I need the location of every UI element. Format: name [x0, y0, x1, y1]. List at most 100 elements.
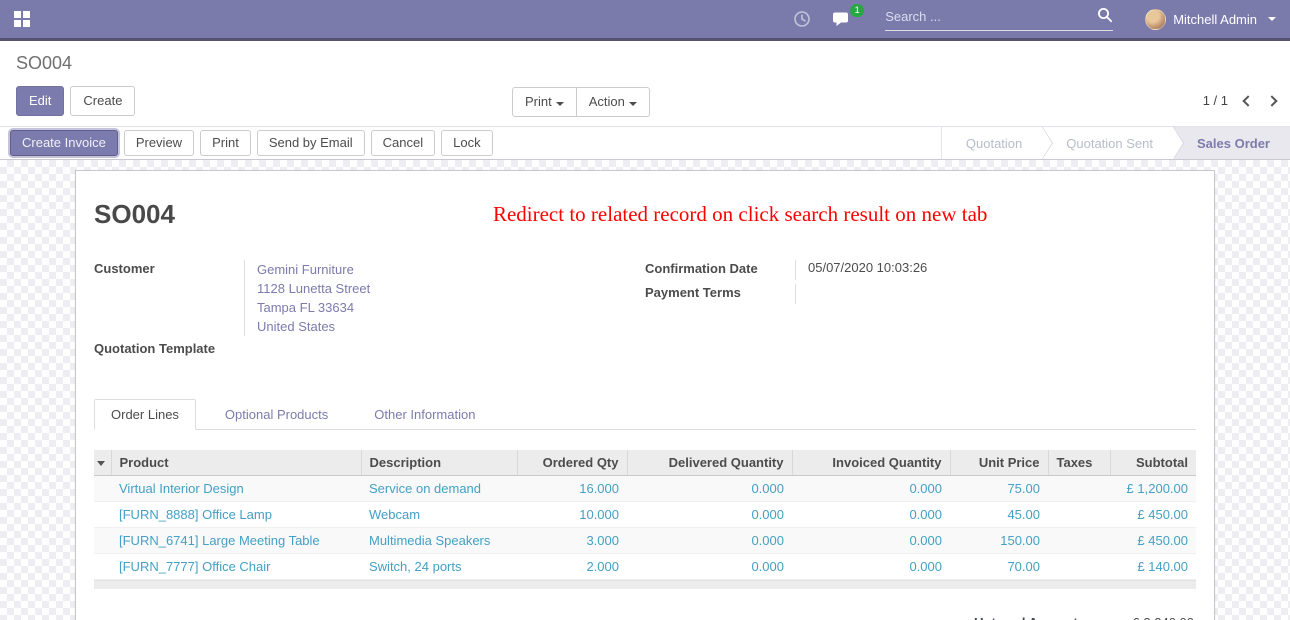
cell-product[interactable]: [FURN_8888] Office Lamp [111, 502, 361, 528]
chevron-down-icon [1268, 17, 1276, 21]
cell-unit-price[interactable]: 150.00 [950, 528, 1048, 554]
cell-delivered-qty[interactable]: 0.000 [627, 528, 792, 554]
cell-unit-price[interactable]: 70.00 [950, 554, 1048, 580]
pager-previous-icon[interactable] [1242, 95, 1253, 106]
cell-description[interactable]: Multimedia Speakers [361, 528, 517, 554]
cell-unit-price[interactable]: 75.00 [950, 476, 1048, 502]
table-row[interactable]: [FURN_7777] Office Chair Switch, 24 port… [94, 554, 1196, 580]
cell-ordered-qty[interactable]: 16.000 [517, 476, 627, 502]
cell-ordered-qty[interactable]: 3.000 [517, 528, 627, 554]
table-row[interactable]: [FURN_8888] Office Lamp Webcam 10.000 0.… [94, 502, 1196, 528]
create-button[interactable]: Create [70, 86, 135, 116]
table-row[interactable]: [FURN_6741] Large Meeting Table Multimed… [94, 528, 1196, 554]
chevron-down-icon [629, 102, 637, 106]
preview-button[interactable]: Preview [124, 130, 194, 156]
search-icon[interactable] [1097, 7, 1113, 26]
customer-street[interactable]: 1128 Lunetta Street [257, 279, 645, 298]
lock-button[interactable]: Lock [441, 130, 492, 156]
col-delivered-quantity[interactable]: Delivered Quantity [627, 450, 792, 476]
cell-invoiced-qty[interactable]: 0.000 [792, 554, 950, 580]
customer-value: Gemini Furniture 1128 Lunetta Street Tam… [244, 260, 645, 336]
col-description[interactable]: Description [361, 450, 517, 476]
state-sales-order[interactable]: Sales Order [1173, 127, 1290, 159]
tab-optional-products[interactable]: Optional Products [208, 399, 345, 430]
edit-button[interactable]: Edit [16, 86, 64, 116]
tab-other-information[interactable]: Other Information [357, 399, 492, 430]
untaxed-amount-label: Untaxed Amount: [974, 615, 1082, 620]
cancel-button[interactable]: Cancel [371, 130, 435, 156]
cell-taxes[interactable] [1048, 476, 1110, 502]
user-menu[interactable]: Mitchell Admin [1145, 9, 1276, 30]
cell-subtotal[interactable]: £ 140.00 [1110, 554, 1196, 580]
breadcrumb[interactable]: SO004 [16, 53, 1274, 74]
cell-subtotal[interactable]: £ 450.00 [1110, 528, 1196, 554]
state-quotation-sent[interactable]: Quotation Sent [1042, 127, 1173, 159]
notebook-tabs: Order Lines Optional Products Other Info… [94, 398, 1196, 430]
col-subtotal[interactable]: Subtotal [1110, 450, 1196, 476]
order-lines-list: Product Description Ordered Qty Delivere… [94, 450, 1196, 589]
cell-product[interactable]: [FURN_7777] Office Chair [111, 554, 361, 580]
create-invoice-button[interactable]: Create Invoice [10, 130, 118, 156]
send-by-email-button[interactable]: Send by Email [257, 130, 365, 156]
quotation-template-label: Quotation Template [94, 340, 244, 360]
global-search [885, 7, 1113, 31]
order-title: SO004 [94, 199, 175, 230]
cell-description[interactable]: Service on demand [361, 476, 517, 502]
print-dropdown[interactable]: Print [512, 87, 577, 117]
quotation-template-value[interactable] [244, 340, 645, 360]
cell-taxes[interactable] [1048, 528, 1110, 554]
cell-description[interactable]: Webcam [361, 502, 517, 528]
activities-clock-icon[interactable] [793, 10, 811, 28]
optional-columns-caret-icon[interactable] [97, 461, 105, 466]
untaxed-amount-value: £ 2,240.00 [1082, 615, 1194, 620]
table-header-row: Product Description Ordered Qty Delivere… [94, 450, 1196, 476]
sales-order-sheet: SO004 Redirect to related record on clic… [75, 170, 1215, 620]
customer-country[interactable]: United States [257, 317, 645, 336]
cell-product[interactable]: Virtual Interior Design [111, 476, 361, 502]
user-name: Mitchell Admin [1173, 12, 1257, 27]
cell-ordered-qty[interactable]: 10.000 [517, 502, 627, 528]
cell-invoiced-qty[interactable]: 0.000 [792, 476, 950, 502]
chevron-down-icon [556, 102, 564, 106]
table-row[interactable]: Virtual Interior Design Service on deman… [94, 476, 1196, 502]
status-pipeline: Quotation Quotation Sent Sales Order [941, 127, 1290, 159]
col-ordered-qty[interactable]: Ordered Qty [517, 450, 627, 476]
cell-ordered-qty[interactable]: 2.000 [517, 554, 627, 580]
cell-taxes[interactable] [1048, 502, 1110, 528]
message-count-badge: 1 [850, 4, 864, 17]
cell-subtotal[interactable]: £ 1,200.00 [1110, 476, 1196, 502]
top-navbar: 1 Mitchell Admin [0, 0, 1290, 41]
cell-subtotal[interactable]: £ 450.00 [1110, 502, 1196, 528]
print-button[interactable]: Print [200, 130, 251, 156]
col-product[interactable]: Product [111, 450, 361, 476]
cell-delivered-qty[interactable]: 0.000 [627, 476, 792, 502]
payment-terms-value[interactable] [795, 284, 1196, 304]
cell-delivered-qty[interactable]: 0.000 [627, 502, 792, 528]
col-invoiced-quantity[interactable]: Invoiced Quantity [792, 450, 950, 476]
order-totals: Untaxed Amount: £ 2,240.00 [94, 615, 1196, 620]
state-quotation[interactable]: Quotation [942, 127, 1042, 159]
customer-city[interactable]: Tampa FL 33634 [257, 298, 645, 317]
col-taxes[interactable]: Taxes [1048, 450, 1110, 476]
customer-name-link[interactable]: Gemini Furniture [257, 260, 645, 279]
pager-count: 1 / 1 [1203, 93, 1228, 108]
messages-icon[interactable]: 1 [833, 11, 853, 28]
pager-next-icon[interactable] [1266, 95, 1277, 106]
payment-terms-label: Payment Terms [645, 284, 795, 304]
cell-taxes[interactable] [1048, 554, 1110, 580]
cell-invoiced-qty[interactable]: 0.000 [792, 502, 950, 528]
print-action-group: Print Action [512, 87, 650, 117]
cell-description[interactable]: Switch, 24 ports [361, 554, 517, 580]
cell-product[interactable]: [FURN_6741] Large Meeting Table [111, 528, 361, 554]
col-unit-price[interactable]: Unit Price [950, 450, 1048, 476]
form-view-background: SO004 Redirect to related record on clic… [0, 160, 1290, 620]
search-input[interactable] [885, 9, 1097, 24]
cell-invoiced-qty[interactable]: 0.000 [792, 528, 950, 554]
statusbar: Create Invoice Preview Print Send by Ema… [0, 127, 1290, 160]
cell-delivered-qty[interactable]: 0.000 [627, 554, 792, 580]
cell-unit-price[interactable]: 45.00 [950, 502, 1048, 528]
confirmation-date-value[interactable]: 05/07/2020 10:03:26 [795, 260, 1196, 280]
tab-order-lines[interactable]: Order Lines [94, 399, 196, 430]
apps-menu-icon[interactable] [14, 11, 30, 27]
action-dropdown[interactable]: Action [577, 87, 650, 117]
